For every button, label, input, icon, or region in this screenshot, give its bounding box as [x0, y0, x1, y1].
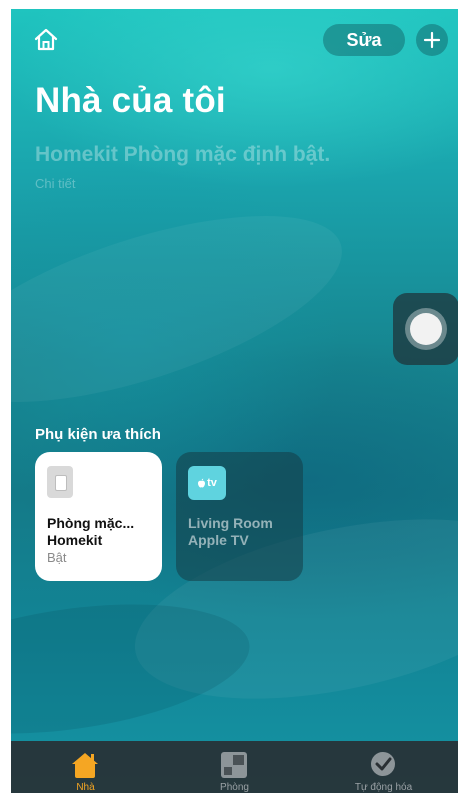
automation-clock-icon: [371, 752, 395, 776]
device-frame: Sửa Nhà của tôi Homekit Phòng mặc định b…: [0, 0, 460, 793]
assistive-touch-button[interactable]: [393, 293, 458, 365]
tab-bar: Nhà Phòng Tự động hóa: [11, 741, 458, 793]
add-button[interactable]: [416, 24, 448, 56]
home-screen: Sửa Nhà của tôi Homekit Phòng mặc định b…: [11, 9, 458, 793]
tab-home[interactable]: Nhà: [11, 741, 160, 793]
accessory-status: Bật: [47, 550, 67, 565]
details-link[interactable]: Chi tiết: [35, 176, 75, 191]
house-icon: [72, 753, 98, 778]
favorites-section-title: Phụ kiện ưa thích: [35, 426, 161, 443]
plus-icon: [423, 31, 441, 49]
accessory-tile-homekit-switch[interactable]: Phòng mặc... Homekit Bật: [35, 452, 162, 581]
apple-tv-icon: tv: [188, 466, 226, 500]
accessory-name: Living Room Apple TV: [188, 515, 273, 548]
tab-label: Phòng: [220, 782, 249, 793]
tab-automation[interactable]: Tự động hóa: [309, 741, 458, 793]
rooms-icon: [221, 752, 247, 778]
apple-logo-icon: [198, 478, 206, 488]
edit-button[interactable]: Sửa: [323, 24, 405, 56]
light-switch-icon: [47, 466, 73, 498]
accessory-name: Phòng mặc... Homekit: [47, 515, 135, 548]
tab-label: Nhà: [76, 782, 95, 793]
assistive-touch-dot-icon: [410, 313, 442, 345]
accessory-tile-apple-tv[interactable]: tv Living Room Apple TV: [176, 452, 303, 581]
home-status-summary: Homekit Phòng mặc định bật.: [35, 143, 331, 166]
page-title: Nhà của tôi: [35, 81, 226, 120]
wallpaper-swirl: [11, 177, 363, 441]
wallpaper-swirl: [11, 584, 258, 754]
house-outline-icon[interactable]: [33, 27, 59, 53]
tab-rooms[interactable]: Phòng: [160, 741, 309, 793]
tab-label: Tự động hóa: [354, 782, 413, 793]
